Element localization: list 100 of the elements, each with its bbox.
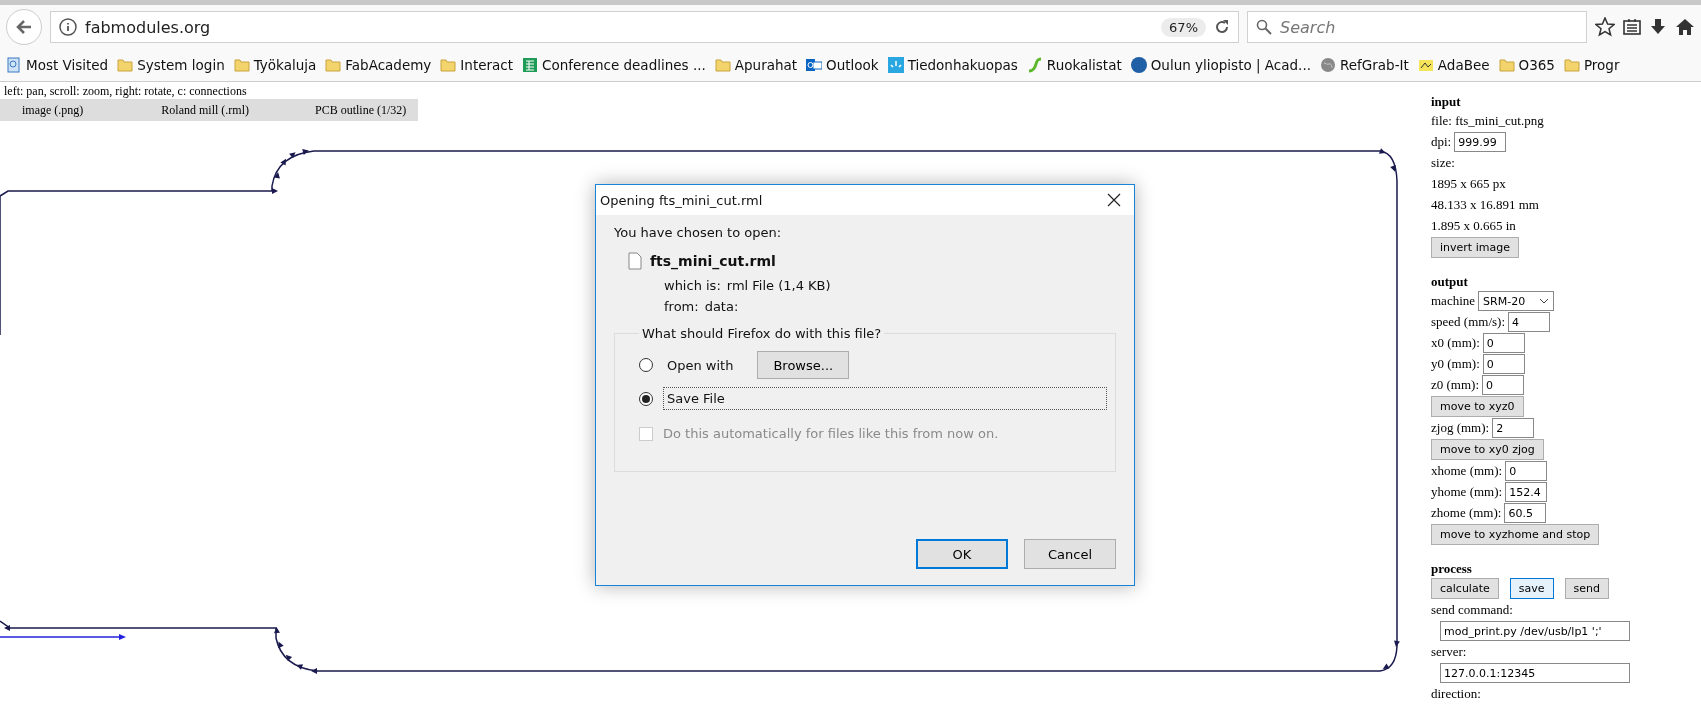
browse-button[interactable]: Browse...: [757, 351, 850, 379]
spreadsheet-icon: [522, 57, 539, 73]
dialog-button[interactable]: OK: [916, 539, 1008, 569]
action-button[interactable]: invert image: [1431, 237, 1519, 258]
url-text: fabmodules.org: [85, 17, 212, 37]
bookmark-link[interactable]: Oulun yliopisto | Acad...: [1130, 57, 1311, 73]
folder-icon: [233, 57, 250, 73]
zoom-indicator[interactable]: 67%: [1161, 17, 1206, 37]
bookmark-link[interactable]: FabAcademy: [325, 57, 432, 73]
field-label: xhome (mm):: [1431, 463, 1503, 479]
section-title: process: [1431, 561, 1473, 577]
panel-text: file: fts_mini_cut.png: [1431, 113, 1544, 129]
folder-icon: [440, 57, 457, 73]
dialog-button[interactable]: Cancel: [1024, 539, 1116, 569]
bookmark-link[interactable]: System login: [117, 57, 225, 73]
info-icon: [59, 18, 77, 36]
text-field[interactable]: mod_print.py /dev/usb/lp1 ';': [1440, 621, 1630, 641]
section-title: input: [1431, 94, 1462, 110]
back-arrow-icon: [15, 18, 33, 36]
star-icon[interactable]: [1595, 17, 1615, 37]
number-field[interactable]: 60.5: [1504, 503, 1547, 523]
field-label: zhome (mm):: [1431, 505, 1502, 521]
radio-button[interactable]: [639, 358, 653, 372]
action-button[interactable]: calculate: [1431, 578, 1499, 599]
bookmark-link[interactable]: Outlook: [806, 57, 879, 73]
close-icon: [1107, 193, 1121, 207]
panel-text: 1.895 x 0.665 in: [1431, 218, 1516, 234]
field-label: machine: [1431, 293, 1476, 309]
action-button[interactable]: move to xy0 zjog: [1431, 439, 1544, 460]
panel-text: 48.133 x 16.891 mm: [1431, 197, 1539, 213]
sparkle-icon: [887, 57, 904, 73]
panel-text: 1895 x 665 px: [1431, 176, 1506, 192]
info-value: data:: [704, 299, 739, 314]
folder-icon: [714, 57, 731, 73]
address-bar[interactable]: fabmodules.org 67%: [50, 11, 1239, 43]
folder-icon: [1498, 57, 1515, 73]
field-label: yhome (mm):: [1431, 484, 1503, 500]
bookmark-link[interactable]: Conference deadlines ...: [522, 57, 706, 73]
search-field[interactable]: Search: [1247, 11, 1587, 43]
search-input[interactable]: Search: [1278, 16, 1578, 38]
chevron-down-icon: [1539, 298, 1550, 304]
panel-text: send command:: [1431, 602, 1513, 618]
search-icon: [1256, 19, 1272, 35]
number-field[interactable]: 0: [1505, 461, 1548, 481]
bookmark-link[interactable]: Työkaluja: [233, 57, 317, 73]
reader-list-icon[interactable]: [1623, 18, 1641, 36]
reload-icon[interactable]: [1214, 19, 1230, 35]
number-field[interactable]: 0: [1482, 375, 1524, 395]
folder-icon: [325, 57, 342, 73]
bookmark-link[interactable]: Most Visited: [6, 57, 109, 73]
bookmark-link[interactable]: Progr: [1563, 57, 1620, 73]
number-field[interactable]: 2: [1492, 418, 1535, 438]
page-icon: [6, 57, 22, 73]
action-button[interactable]: move to xyz0: [1431, 396, 1524, 417]
worm-icon: [1026, 57, 1043, 73]
bookmark-link[interactable]: Tiedonhakuopas: [887, 57, 1018, 73]
field-label: dpi:: [1431, 134, 1452, 150]
text-field[interactable]: 127.0.0.1:12345: [1440, 663, 1630, 683]
option-label[interactable]: Save File: [663, 387, 1107, 410]
bookmark-link[interactable]: O365: [1498, 57, 1555, 73]
action-button[interactable]: save: [1509, 578, 1554, 599]
panel-text: direction:: [1431, 686, 1481, 702]
info-label: which is:: [664, 278, 721, 293]
number-field[interactable]: 152.4: [1505, 482, 1548, 502]
home-icon[interactable]: [1675, 18, 1695, 36]
group-legend: What should Firefox do with this file?: [639, 326, 885, 341]
file-icon: [628, 252, 642, 270]
radio-button[interactable]: [639, 391, 653, 406]
bookmark-link[interactable]: Apurahat: [714, 57, 798, 73]
number-field[interactable]: 4: [1508, 312, 1550, 332]
section-title: output: [1431, 274, 1469, 290]
dialog-title: Opening fts_mini_cut.rml: [600, 192, 763, 208]
globe-icon: [1319, 57, 1336, 73]
field-label: y0 (mm):: [1431, 356, 1480, 372]
panel-text: size:: [1431, 155, 1455, 171]
field-label: speed (mm/s):: [1431, 314, 1505, 330]
folder-icon: [117, 57, 134, 73]
download-arrow-icon[interactable]: [1649, 18, 1667, 36]
number-field[interactable]: 0: [1482, 333, 1525, 353]
bookmark-link[interactable]: Interact: [440, 57, 514, 73]
number-field[interactable]: 0: [1482, 354, 1525, 374]
file-name: fts_mini_cut.rml: [650, 253, 776, 269]
field-label: zjog (mm):: [1431, 420, 1490, 436]
dialog-text: You have chosen to open:: [614, 225, 783, 240]
bookmark-link[interactable]: AdaBee: [1417, 57, 1490, 73]
menu-item[interactable]: image (.png): [0, 102, 140, 118]
machine-select[interactable]: SRM-20: [1478, 291, 1555, 311]
mail-icon: [806, 57, 823, 73]
menu-item[interactable]: Roland mill (.rml): [139, 102, 293, 118]
folder-icon: [1563, 57, 1580, 73]
bookmark-link[interactable]: Ruokalistat: [1026, 57, 1122, 73]
action-button[interactable]: move to xyzhome and stop: [1431, 524, 1600, 545]
info-value: rml File (1,4 KB): [726, 278, 831, 293]
info-label: from:: [664, 299, 699, 314]
bookmark-link[interactable]: RefGrab-It: [1319, 57, 1409, 73]
action-button[interactable]: send: [1564, 578, 1609, 599]
option-label[interactable]: Open with: [663, 353, 738, 377]
menu-item[interactable]: PCB outline (1/32): [292, 102, 407, 118]
back-button[interactable]: [6, 9, 42, 45]
number-field[interactable]: 999.99: [1454, 132, 1507, 152]
